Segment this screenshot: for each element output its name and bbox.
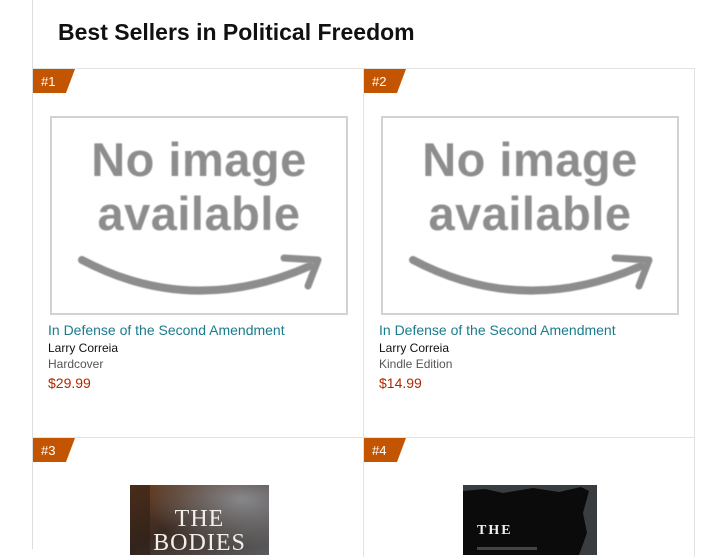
product-format: Kindle Edition	[379, 357, 453, 371]
rank-badge: #2	[364, 69, 406, 93]
product-title-link[interactable]: In Defense of the Second Amendment	[48, 322, 285, 338]
bestseller-page: Best Sellers in Political Freedom #1 No …	[32, 0, 696, 557]
product-card-4: #4 THE	[364, 437, 695, 557]
book-cover-title: THE BODIES	[153, 506, 246, 555]
product-author: Larry Correia	[379, 341, 450, 355]
product-format: Hardcover	[48, 357, 104, 371]
rank-label: #2	[372, 74, 387, 89]
product-author: Larry Correia	[48, 341, 119, 355]
product-image-placeholder[interactable]: No image available	[381, 116, 679, 315]
book-cover-image[interactable]: THE BODIES	[130, 485, 269, 555]
rank-label: #4	[372, 443, 387, 458]
product-title-link[interactable]: In Defense of the Second Amendment	[379, 322, 616, 338]
book-cover-art	[463, 487, 589, 555]
product-price: $14.99	[379, 375, 422, 391]
rank-badge: #3	[33, 438, 75, 462]
page-title: Best Sellers in Political Freedom	[58, 19, 415, 45]
product-image-placeholder[interactable]: No image available	[50, 116, 348, 315]
product-price: $29.99	[48, 375, 91, 391]
rank-badge: #1	[33, 69, 75, 93]
rank-badge: #4	[364, 438, 406, 462]
book-cover-image[interactable]: THE	[463, 485, 597, 555]
product-card-3: #3 THE BODIES	[33, 437, 364, 557]
rank-label: #1	[41, 74, 56, 89]
product-card-2: #2 No image available In Defense of the …	[364, 68, 695, 438]
product-card-1: #1 No image available In Defense of the …	[33, 68, 364, 438]
rank-label: #3	[41, 443, 56, 458]
book-cover-title: THE	[477, 523, 513, 538]
smile-arrow-icon	[409, 254, 653, 295]
smile-arrow-icon	[78, 254, 322, 295]
